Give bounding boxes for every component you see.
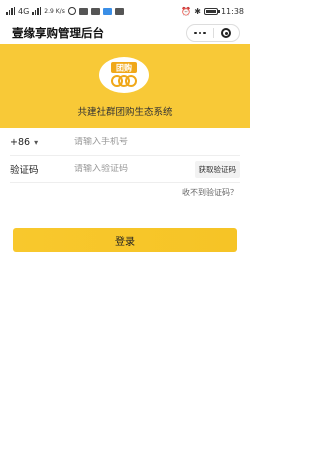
status-bar-left: 4G 2.9 K/s <box>6 7 124 16</box>
phone-row: +86 ▾ <box>10 129 240 156</box>
app-icon-2 <box>114 7 124 15</box>
slogan: 共建社群团购生态系统 <box>77 107 173 118</box>
chevron-down-icon: ▾ <box>34 137 39 147</box>
app-icon <box>90 7 100 15</box>
login-button[interactable]: 登录 <box>13 228 237 252</box>
status-bar: 4G 2.9 K/s ⏰ ✱ 11:38 <box>0 0 250 22</box>
status-bar-right: ⏰ ✱ 11:38 <box>181 7 244 16</box>
signal-icon <box>6 7 15 15</box>
code-row: 验证码 获取验证码 <box>10 156 240 183</box>
no-code-link[interactable]: 收不到验证码？ <box>182 187 238 198</box>
battery-icon <box>203 7 220 15</box>
group-buy-logo: 团购 <box>99 57 149 93</box>
clock: 11:38 <box>220 6 244 16</box>
page-title: 壹缘享购管理后台 <box>12 26 104 40</box>
close-target-icon <box>221 28 232 38</box>
message-icon <box>102 7 112 15</box>
close-button[interactable] <box>214 25 240 41</box>
logo-text: 团购 <box>116 63 132 73</box>
signal-icon-2 <box>32 7 42 15</box>
mini-program-capsule <box>186 24 240 42</box>
country-code: +86 <box>10 136 31 148</box>
bluetooth-icon: ✱ <box>194 6 201 16</box>
network-speed: 2.9 K/s <box>44 7 65 15</box>
eye-icon <box>67 7 76 15</box>
notification-icon <box>78 7 88 15</box>
alarm-icon: ⏰ <box>181 6 192 16</box>
get-code-button[interactable]: 获取验证码 <box>194 160 240 178</box>
country-code-select[interactable]: +86 ▾ <box>10 137 74 148</box>
more-button[interactable] <box>187 25 213 41</box>
title-bar: 壹缘享购管理后台 <box>0 22 250 44</box>
more-dots-icon <box>194 31 206 35</box>
phone-input[interactable] <box>74 137 240 147</box>
code-input[interactable] <box>74 164 195 174</box>
code-label: 验证码 <box>10 165 39 176</box>
network-type: 4G <box>18 6 30 16</box>
